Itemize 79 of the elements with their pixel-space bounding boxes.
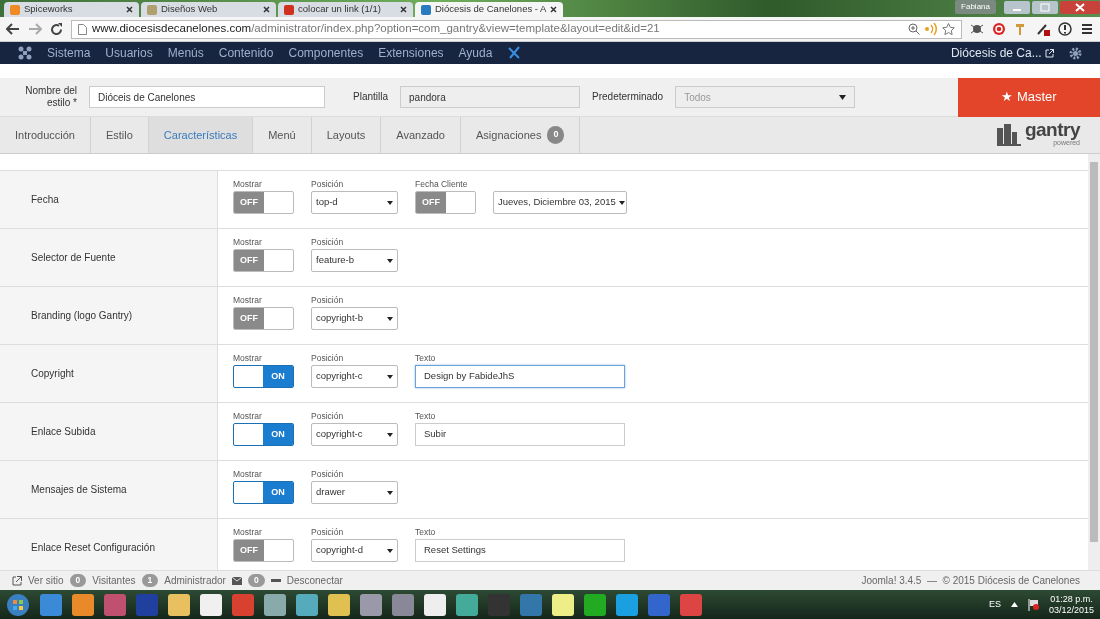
field-label: Predeterminado xyxy=(592,91,664,103)
language-indicator[interactable]: ES xyxy=(988,597,1001,612)
field-label: Posición xyxy=(311,526,345,536)
clock-time: 01:28 p.m. xyxy=(1049,593,1094,605)
setting-label: Selector de Fuente xyxy=(0,229,218,286)
field-label: Fecha Cliente xyxy=(415,178,469,188)
setting-label: Mensajes de Sistema xyxy=(0,461,218,518)
field-label: Nombre del estilo * xyxy=(24,85,77,109)
footer-text: Joomla! 3.4.5 — © 2015 Diócesis de Canelones xyxy=(861,574,1080,588)
logo-text: gantry xyxy=(1024,121,1080,139)
menu-item[interactable]: Componentes xyxy=(288,44,364,62)
count-badge: 0 xyxy=(547,126,565,144)
setting-label: Copyright xyxy=(0,345,218,402)
select-field[interactable]: feature-b xyxy=(311,249,398,272)
field-label: Texto xyxy=(415,352,437,362)
address-field[interactable]: www.diocesisdecanelones.com/administrator/index.php?option=com_gantry&view=template&layout=edit&id=21 xyxy=(71,19,962,39)
menu-item[interactable]: Extensiones xyxy=(378,44,444,62)
toggle-switch[interactable]: ON xyxy=(233,423,294,446)
select-field[interactable]: top-d xyxy=(311,191,398,214)
setting-label: Branding (logo Gantry) xyxy=(0,287,218,344)
field-label: Posición xyxy=(311,352,345,362)
text-field[interactable]: Reset Settings xyxy=(415,539,625,562)
menu-item[interactable]: Menús xyxy=(167,44,204,62)
select-field[interactable]: copyright-d xyxy=(311,539,398,562)
menu-item[interactable]: Ayuda xyxy=(458,44,493,62)
field-label: Posición xyxy=(311,468,345,478)
browser-tab[interactable]: Diseños Web xyxy=(141,2,276,17)
field-label: Mostrar xyxy=(233,468,263,478)
site-link[interactable]: Diócesis de Ca... xyxy=(950,44,1054,62)
menu-item[interactable]: Usuarios xyxy=(105,44,153,62)
tab[interactable]: Asignaciones 0 xyxy=(461,117,581,153)
field-label: Mostrar xyxy=(233,352,263,362)
tab[interactable]: Layouts xyxy=(311,117,382,153)
master-button[interactable]: ★ Master xyxy=(958,77,1100,117)
field-label: Texto xyxy=(415,526,437,536)
count-badge: 0 xyxy=(247,574,265,587)
tab[interactable]: Estilo xyxy=(90,117,149,153)
field-label: Posición xyxy=(311,294,345,304)
field-label: Mostrar xyxy=(233,178,263,188)
count-badge: 0 xyxy=(69,574,87,587)
browser-tab[interactable]: Spiceworks xyxy=(4,2,139,17)
select-field[interactable]: copyright-c xyxy=(311,423,398,446)
setting-label: Enlace Subida xyxy=(0,403,218,460)
field-label: Posición xyxy=(311,178,345,188)
field-label: Mostrar xyxy=(233,236,263,246)
user-badge[interactable]: Fabiana xyxy=(955,0,996,14)
select-field[interactable]: copyright-b xyxy=(311,307,398,330)
field-label: Mostrar xyxy=(233,526,263,536)
select-field[interactable]: Jueves, Diciembre 03, 2015 xyxy=(493,191,627,214)
toggle-switch[interactable]: ON xyxy=(233,365,294,388)
field-label: Posición xyxy=(311,410,345,420)
count-badge: 1 xyxy=(141,574,159,587)
browser-tab[interactable]: Diócesis de Canelones - A xyxy=(415,2,564,17)
site-link[interactable]: Ver sitio xyxy=(28,573,64,588)
text-field[interactable]: Design by FabideJhS xyxy=(415,365,625,388)
field-label: Texto xyxy=(415,410,437,420)
select-field[interactable]: copyright-c xyxy=(311,365,398,388)
select-field[interactable]: drawer xyxy=(311,481,398,504)
status-text: Administrador xyxy=(164,574,226,588)
tab[interactable]: Avanzado xyxy=(381,117,461,153)
menu-item[interactable]: Sistema xyxy=(47,44,91,62)
field-label: Mostrar xyxy=(233,294,263,304)
browser-tab[interactable]: colocar un link (1/1) xyxy=(278,2,413,17)
template-field: pandora xyxy=(400,86,581,108)
url-text: www.diocesisdecanelones.com/administrator/index.php?option=com_gantry&view=template&layout=edit&id=21 xyxy=(92,21,660,37)
field-label: Mostrar xyxy=(233,410,263,420)
logout-link[interactable]: Desconectar xyxy=(286,573,343,588)
tab[interactable]: Introducción xyxy=(0,117,91,153)
status-text: Visitantes xyxy=(92,574,136,588)
name-field[interactable]: Dióceis de Canelones xyxy=(89,86,325,108)
tab[interactable]: Menú xyxy=(253,117,312,153)
field-label: Posición xyxy=(311,236,345,246)
menu-item[interactable]: Contenido xyxy=(218,44,274,62)
setting-label: Enlace Reset Configuración xyxy=(0,519,218,570)
toggle-switch[interactable]: ON xyxy=(233,481,294,504)
text-field[interactable]: Subir xyxy=(415,423,625,446)
field-label: Plantilla xyxy=(353,91,389,103)
clock-date: 03/12/2015 xyxy=(1048,604,1094,616)
setting-label: Fecha xyxy=(0,171,218,228)
